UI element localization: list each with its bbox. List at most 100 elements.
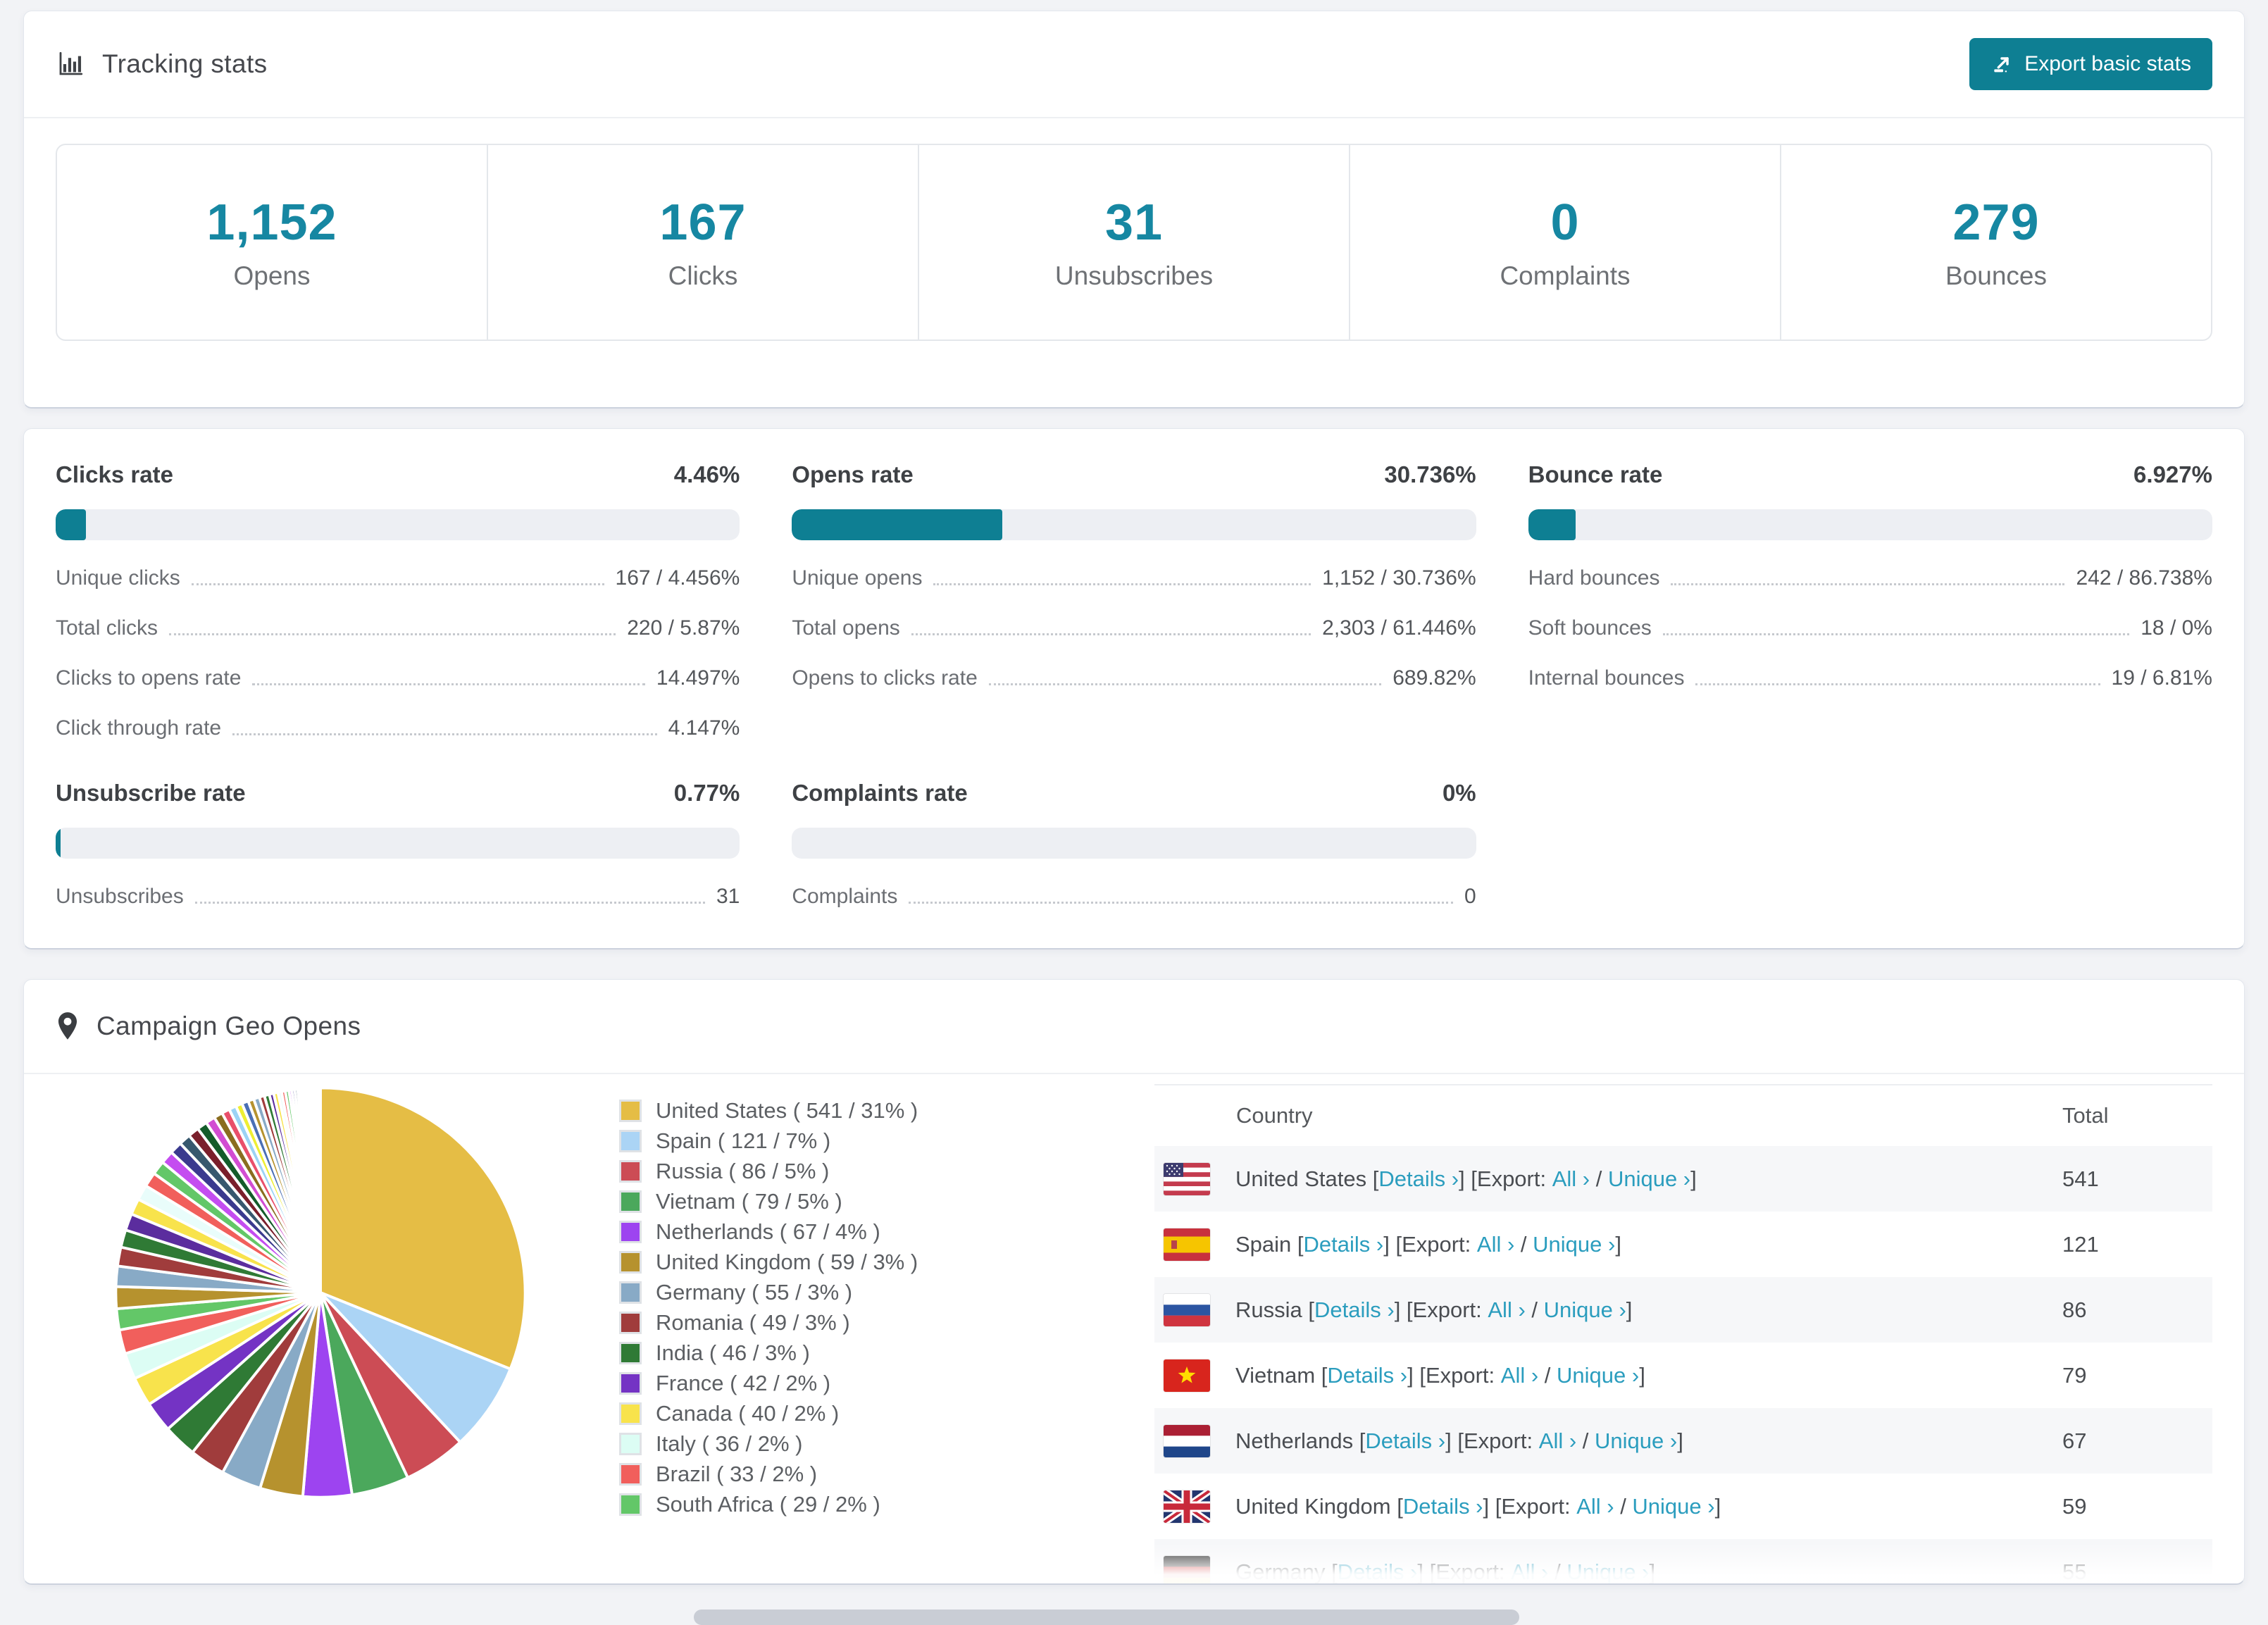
stat-value: 167 bbox=[659, 194, 747, 251]
export-unique-link[interactable]: Unique › bbox=[1544, 1297, 1626, 1323]
legend-item[interactable]: United States ( 541 / 31% ) bbox=[619, 1095, 918, 1126]
legend-item[interactable]: Spain ( 121 / 7% ) bbox=[619, 1126, 918, 1156]
bracket-text: [ bbox=[1291, 1231, 1304, 1257]
export-unique-link[interactable]: Unique › bbox=[1632, 1494, 1714, 1519]
legend-swatch bbox=[619, 1432, 642, 1455]
rate-head: Clicks rate 4.46% bbox=[56, 461, 740, 488]
details-link[interactable]: Details › bbox=[1365, 1428, 1445, 1454]
bracket-text: [ bbox=[1325, 1559, 1338, 1584]
country-name: Germany bbox=[1235, 1559, 1326, 1584]
export-all-link[interactable]: All › bbox=[1539, 1428, 1576, 1454]
horizontal-scrollbar-thumb[interactable] bbox=[694, 1610, 1519, 1625]
legend-label: Vietnam ( 79 / 5% ) bbox=[656, 1188, 842, 1214]
progress-bar bbox=[56, 509, 740, 540]
legend-swatch bbox=[619, 1371, 642, 1395]
country-name: Vietnam bbox=[1235, 1362, 1316, 1388]
summary-stats-body: 1,152 Opens 167 Clicks 31 Unsubscribes 0 Compla… bbox=[24, 118, 2244, 366]
table-row: Netherlands [Details ›] [Export: All › /… bbox=[1154, 1408, 2212, 1474]
metric-value: 242 / 86.738% bbox=[2076, 566, 2212, 590]
rate-title: Clicks rate bbox=[56, 461, 173, 487]
slash-text: / bbox=[1514, 1231, 1533, 1257]
geo-table-header: Country Total bbox=[1154, 1085, 2212, 1146]
stat-box: 167 Clicks bbox=[488, 145, 919, 340]
export-unique-link[interactable]: Unique › bbox=[1566, 1559, 1649, 1584]
rate-rows: Unique clicks 167 / 4.456% Total clicks 220… bbox=[56, 566, 740, 740]
country-name: Spain bbox=[1235, 1231, 1292, 1257]
legend-label: United States ( 541 / 31% ) bbox=[656, 1097, 918, 1123]
legend-item[interactable]: South Africa ( 29 / 2% ) bbox=[619, 1489, 918, 1519]
stat-box: 1,152 Opens bbox=[57, 145, 488, 340]
details-link[interactable]: Details › bbox=[1403, 1494, 1483, 1519]
rates-row-2: Unsubscribe rate 0.77% Unsubscribes 31 Compl… bbox=[56, 780, 2212, 909]
export-unique-link[interactable]: Unique › bbox=[1557, 1363, 1639, 1388]
legend-item[interactable]: Italy ( 36 / 2% ) bbox=[619, 1428, 918, 1459]
rate-head: Opens rate 30.736% bbox=[792, 461, 1476, 488]
details-link[interactable]: Details › bbox=[1327, 1363, 1407, 1388]
bracket-text: ] bbox=[1615, 1231, 1621, 1257]
bracket-text: ] [ bbox=[1459, 1166, 1477, 1191]
dotted-leader bbox=[232, 733, 657, 735]
bracket-text: [ bbox=[1302, 1297, 1314, 1322]
export-all-link[interactable]: All › bbox=[1576, 1494, 1614, 1519]
legend-item[interactable]: Brazil ( 33 / 2% ) bbox=[619, 1459, 918, 1489]
export-label: Export: bbox=[1501, 1493, 1577, 1519]
pie-chart-svg bbox=[114, 1086, 527, 1499]
geo-opens-header: Campaign Geo Opens bbox=[24, 980, 2244, 1074]
rate-title: Bounce rate bbox=[1528, 461, 1663, 487]
export-all-link[interactable]: All › bbox=[1552, 1166, 1590, 1192]
bracket-text: ] bbox=[1677, 1428, 1683, 1453]
bracket-text: ] [ bbox=[1417, 1559, 1436, 1584]
legend-label: Canada ( 40 / 2% ) bbox=[656, 1400, 840, 1426]
stat-label: Bounces bbox=[1945, 261, 2047, 290]
slash-text: / bbox=[1590, 1166, 1608, 1191]
rate-value: 0% bbox=[1442, 780, 1476, 806]
metric-value: 14.497% bbox=[656, 666, 740, 690]
rate-value: 0.77% bbox=[673, 780, 740, 806]
details-link[interactable]: Details › bbox=[1304, 1232, 1384, 1257]
export-basic-stats-button[interactable]: Export basic stats bbox=[1969, 38, 2212, 90]
export-label: Export: bbox=[1412, 1297, 1488, 1322]
legend-item[interactable]: Russia ( 86 / 5% ) bbox=[619, 1156, 918, 1186]
bracket-text: ] bbox=[1690, 1166, 1697, 1191]
stat-value: 31 bbox=[1104, 194, 1164, 251]
export-all-link[interactable]: All › bbox=[1488, 1297, 1525, 1323]
country-cell: Germany [Details ›] [Export: All › / Uni… bbox=[1164, 1555, 2062, 1584]
metric-value: 4.147% bbox=[668, 716, 740, 740]
legend-item[interactable]: Vietnam ( 79 / 5% ) bbox=[619, 1186, 918, 1216]
export-unique-link[interactable]: Unique › bbox=[1608, 1166, 1690, 1192]
export-unique-link[interactable]: Unique › bbox=[1533, 1232, 1615, 1257]
rate-value: 30.736% bbox=[1384, 461, 1476, 487]
legend-item[interactable]: Netherlands ( 67 / 4% ) bbox=[619, 1216, 918, 1247]
legend-item[interactable]: Germany ( 55 / 3% ) bbox=[619, 1277, 918, 1307]
export-all-link[interactable]: All › bbox=[1477, 1232, 1514, 1257]
row-total: 55 bbox=[2062, 1559, 2087, 1584]
export-unique-link[interactable]: Unique › bbox=[1595, 1428, 1677, 1454]
details-link[interactable]: Details › bbox=[1378, 1166, 1459, 1192]
progress-bar-fill bbox=[1528, 509, 1576, 540]
legend-item[interactable]: France ( 42 / 2% ) bbox=[619, 1368, 918, 1398]
legend-item[interactable]: Canada ( 40 / 2% ) bbox=[619, 1398, 918, 1428]
details-link[interactable]: Details › bbox=[1338, 1559, 1418, 1584]
bracket-text: ] [ bbox=[1383, 1231, 1402, 1257]
legend-item[interactable]: India ( 46 / 3% ) bbox=[619, 1338, 918, 1368]
rate-title: Unsubscribe rate bbox=[56, 780, 246, 806]
bracket-text: ] [ bbox=[1445, 1428, 1464, 1453]
export-all-link[interactable]: All › bbox=[1501, 1363, 1538, 1388]
country-cell: Spain [Details ›] [Export: All › / Uniqu… bbox=[1164, 1228, 2062, 1261]
legend-item[interactable]: United Kingdom ( 59 / 3% ) bbox=[619, 1247, 918, 1277]
legend-swatch bbox=[619, 1159, 642, 1183]
export-all-link[interactable]: All › bbox=[1511, 1559, 1548, 1584]
flag-gb-icon bbox=[1164, 1490, 1210, 1523]
rate-rows: Complaints 0 bbox=[792, 885, 1476, 909]
details-link[interactable]: Details › bbox=[1314, 1297, 1395, 1323]
geo-table: Country Total United States [Details ›] … bbox=[1154, 1084, 2212, 1584]
metric-value: 689.82% bbox=[1392, 666, 1476, 690]
flag-nl-icon bbox=[1164, 1424, 1210, 1457]
metric-value: 220 / 5.87% bbox=[627, 616, 740, 640]
flag-vn-icon bbox=[1164, 1359, 1210, 1392]
legend-swatch bbox=[619, 1190, 642, 1213]
dotted-leader bbox=[1671, 583, 2065, 585]
rate-row: Hard bounces 242 / 86.738% bbox=[1528, 566, 2212, 590]
legend-item[interactable]: Romania ( 49 / 3% ) bbox=[619, 1307, 918, 1338]
country-cell: Russia [Details ›] [Export: All › / Uniq… bbox=[1164, 1293, 2062, 1326]
